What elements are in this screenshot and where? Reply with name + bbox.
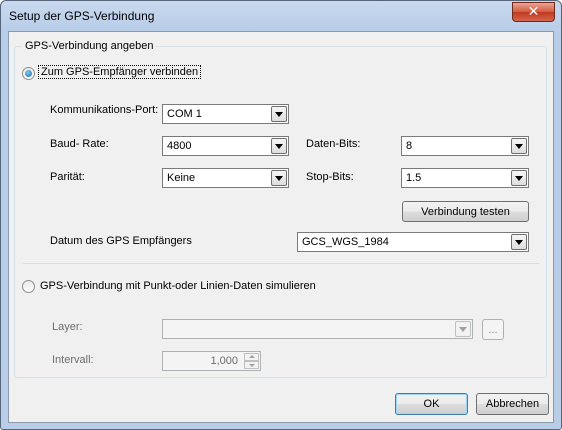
spin-up-icon[interactable] <box>244 353 259 361</box>
connect-receiver-radio[interactable] <box>22 67 35 80</box>
baud-select[interactable]: 4800 <box>162 136 289 156</box>
group-legend: GPS-Verbindung angeben <box>22 40 157 52</box>
dialog-window: Setup der GPS-Verbindung ✕ GPS-Verbindun… <box>0 0 562 430</box>
baud-label: Baud- Rate: <box>50 138 109 150</box>
window-title: Setup der GPS-Verbindung <box>9 9 155 23</box>
interval-spinner[interactable]: 1,000 <box>162 351 261 371</box>
test-connection-button[interactable]: Verbindung testen <box>402 201 529 222</box>
stopbits-label: Stop-Bits: <box>306 171 354 183</box>
datum-select[interactable]: GCS_WGS_1984 <box>297 232 529 252</box>
section-divider <box>23 263 539 264</box>
connect-receiver-label[interactable]: Zum GPS-Empfänger verbinden <box>38 65 202 79</box>
layer-label: Layer: <box>52 321 83 333</box>
chevron-down-icon[interactable] <box>271 170 287 186</box>
parity-label: Parität: <box>50 171 85 183</box>
databits-select[interactable]: 8 <box>401 136 529 156</box>
interval-value: 1,000 <box>210 355 238 367</box>
chevron-down-icon[interactable] <box>511 170 527 186</box>
chevron-down-icon[interactable] <box>511 138 527 154</box>
ok-button[interactable]: OK <box>395 393 468 415</box>
chevron-down-icon[interactable] <box>455 321 471 337</box>
browse-layer-button[interactable]: ... <box>482 319 504 340</box>
chevron-down-icon[interactable] <box>511 234 527 250</box>
port-label: Kommunikations-Port: <box>50 104 159 116</box>
cancel-button[interactable]: Abbrechen <box>476 393 549 415</box>
dialog-client-area: GPS-Verbindung angeben Zum GPS-Empfänger… <box>8 31 554 423</box>
spin-down-icon[interactable] <box>244 361 259 369</box>
simulate-radio[interactable] <box>22 280 35 293</box>
stopbits-value: 1.5 <box>406 172 422 184</box>
simulate-label[interactable]: GPS-Verbindung mit Punkt-oder Linien-Dat… <box>40 280 316 292</box>
databits-value: 8 <box>406 140 413 152</box>
port-select[interactable]: COM 1 <box>162 104 289 124</box>
datum-value: GCS_WGS_1984 <box>302 236 389 248</box>
chevron-down-icon[interactable] <box>271 138 287 154</box>
chevron-down-icon[interactable] <box>271 106 287 122</box>
close-icon: ✕ <box>527 4 540 20</box>
port-value: COM 1 <box>167 108 202 120</box>
baud-value: 4800 <box>167 140 192 152</box>
layer-select[interactable] <box>162 319 473 339</box>
datum-label: Datum des GPS Empfängers <box>50 235 192 247</box>
interval-label: Intervall: <box>52 354 94 366</box>
databits-label: Daten-Bits: <box>306 138 361 150</box>
close-button[interactable]: ✕ <box>512 2 555 22</box>
parity-select[interactable]: Keine <box>162 168 289 188</box>
parity-value: Keine <box>167 172 196 184</box>
stopbits-select[interactable]: 1.5 <box>401 168 529 188</box>
